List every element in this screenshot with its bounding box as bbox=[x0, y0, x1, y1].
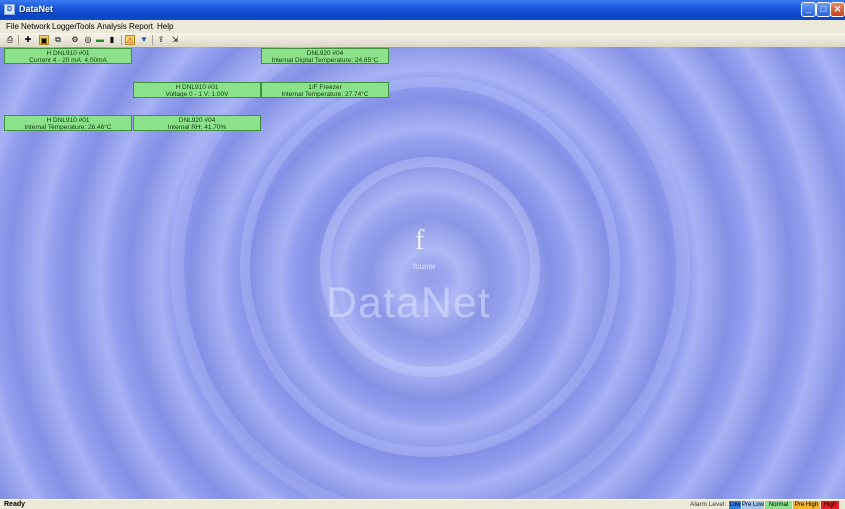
sensor-reading: Internal Temperature: 27.74°C bbox=[281, 91, 369, 98]
maximize-button[interactable]: □ bbox=[816, 2, 831, 17]
sensor-reading: Voltage 0 - 1 V: 1.00V bbox=[165, 91, 229, 98]
sensor-reading: Internal RH: 41.70% bbox=[167, 124, 227, 131]
title-bar: D DataNet _ □ ✕ bbox=[0, 0, 845, 20]
alarm-level-label: Alarm Level: bbox=[690, 501, 727, 508]
copy-icon[interactable]: ⧉ bbox=[53, 35, 63, 45]
toolbar-separator bbox=[121, 35, 122, 45]
sensor-reading: Current 4 - 20 mA: 4.00mA bbox=[29, 57, 107, 64]
sensor-name: H DNL910 #01 bbox=[46, 117, 90, 124]
window-title: DataNet bbox=[19, 4, 54, 14]
add-icon[interactable]: ✚ bbox=[23, 35, 33, 45]
alarm-level-normal: Normal bbox=[765, 501, 792, 509]
sensor-reading: Internal Digital Temperature: 24.85°C bbox=[271, 57, 379, 64]
minimize-button[interactable]: _ bbox=[801, 2, 816, 17]
menu-logger[interactable]: Logger bbox=[52, 22, 77, 32]
toolbar-separator bbox=[152, 35, 153, 45]
menu-report[interactable]: Report bbox=[129, 22, 153, 32]
sensor-card[interactable]: DNL920 #04 Internal Digital Temperature:… bbox=[261, 48, 389, 64]
filter-icon[interactable]: ▼ bbox=[139, 35, 149, 45]
battery-icon[interactable]: ▮ bbox=[107, 35, 117, 45]
sensor-card[interactable]: 1/F Freezer Internal Temperature: 27.74°… bbox=[261, 82, 389, 98]
alarm-level-high: High bbox=[821, 501, 839, 509]
status-text: Ready bbox=[4, 501, 26, 508]
menu-network[interactable]: Network bbox=[21, 22, 50, 32]
fourier-logo-icon: f bbox=[415, 225, 425, 256]
sensor-card[interactable]: H DNL910 #01 Current 4 - 20 mA: 4.00mA bbox=[4, 48, 132, 64]
chart-icon[interactable]: ▬ bbox=[95, 35, 105, 45]
upload-icon[interactable]: ⇪ bbox=[156, 35, 166, 45]
workspace-canvas[interactable]: f fourier DataNet H DNL910 #01 Current 4… bbox=[0, 47, 845, 499]
close-button[interactable]: ✕ bbox=[830, 2, 845, 17]
fourier-brand-text: fourier bbox=[413, 262, 436, 271]
sensor-reading: Internal Temperature: 26.46°C bbox=[24, 124, 112, 131]
menu-tools[interactable]: Tools bbox=[76, 22, 95, 32]
alarm-level-low: Low bbox=[729, 501, 741, 509]
sensor-name: DNL920 #04 bbox=[306, 50, 344, 57]
export-icon[interactable]: ⇲ bbox=[170, 35, 180, 45]
sensor-card[interactable]: H DNL910 #01 Internal Temperature: 26.46… bbox=[4, 115, 132, 131]
alarm-level-pre-low: Pre Low bbox=[742, 501, 765, 509]
settings-icon[interactable]: ⚙ bbox=[70, 35, 80, 45]
menu-help[interactable]: Help bbox=[157, 22, 173, 32]
toolbar: ⎙ ✚ ▣ ⧉ ⚙ ◎ ▬ ▮ ⚠ ▼ ⇪ ⇲ bbox=[0, 33, 845, 48]
menu-bar: File Network Logger Tools Analysis Repor… bbox=[0, 20, 845, 33]
toolbar-separator bbox=[18, 35, 19, 45]
alarm-level-pre-high: Pre High bbox=[793, 501, 820, 509]
sensor-name: H DNL910 #01 bbox=[175, 84, 219, 91]
sensor-name: DNL920 #04 bbox=[178, 117, 216, 124]
menu-file[interactable]: File bbox=[6, 22, 19, 32]
menu-analysis[interactable]: Analysis bbox=[97, 22, 127, 32]
datanet-app-window: D DataNet _ □ ✕ File Network Logger Tool… bbox=[0, 0, 845, 509]
logger-icon[interactable]: ▣ bbox=[39, 35, 49, 45]
sensor-name: 1/F Freezer bbox=[308, 84, 342, 91]
sensor-card[interactable]: DNL920 #04 Internal RH: 41.70% bbox=[133, 115, 261, 131]
alarm-icon[interactable]: ⚠ bbox=[125, 35, 135, 45]
status-bar: Ready Alarm Level: Low Pre Low Normal Pr… bbox=[0, 499, 845, 509]
app-icon[interactable]: D bbox=[4, 4, 15, 15]
search-icon[interactable]: ◎ bbox=[83, 35, 93, 45]
sensor-name: H DNL910 #01 bbox=[46, 50, 90, 57]
datanet-watermark: DataNet bbox=[326, 279, 491, 327]
print-icon[interactable]: ⎙ bbox=[5, 35, 15, 45]
sensor-card[interactable]: H DNL910 #01 Voltage 0 - 1 V: 1.00V bbox=[133, 82, 261, 98]
